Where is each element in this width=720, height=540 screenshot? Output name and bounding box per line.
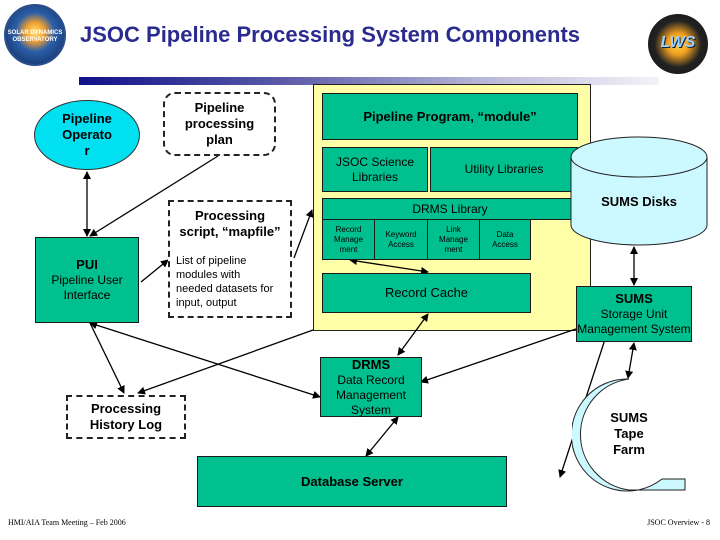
- sums-node[interactable]: SUMS Storage Unit Management System: [576, 286, 692, 342]
- record-management-node[interactable]: Record Manage ment: [322, 219, 375, 260]
- tape-line3: Farm: [613, 442, 645, 457]
- database-server-node[interactable]: Database Server: [197, 456, 507, 507]
- data-access-line: Data: [496, 229, 514, 239]
- drms-title: DRMS: [351, 356, 391, 372]
- science-libs-line1: JSOC Science: [335, 154, 415, 169]
- tape-line1: SUMS: [610, 410, 648, 425]
- edge-module-history: [137, 329, 314, 395]
- pipeline-module-node[interactable]: Pipeline Program, “module”: [322, 93, 578, 140]
- module-title: Pipeline Program, “module”: [363, 108, 537, 124]
- mapfile-description: List of pipeline modules with needed dat…: [176, 254, 273, 310]
- edge-mapfile-module: [293, 209, 314, 259]
- record-cache-node[interactable]: Record Cache: [322, 273, 531, 313]
- link-mgmt-line: ment: [444, 244, 463, 254]
- sums-line2: Management System: [577, 322, 691, 336]
- data-access-line: Access: [492, 239, 518, 249]
- record-mgmt-line: Record: [335, 224, 362, 234]
- pui-node[interactable]: PUI Pipeline User Interface: [35, 237, 139, 323]
- plan-line1: Pipeline: [194, 100, 245, 115]
- keyword-access-line: Keyword: [385, 229, 417, 239]
- mapfile-title1: Processing: [194, 208, 266, 223]
- link-mgmt-line: Manage: [439, 234, 468, 244]
- sums-disks-text: SUMS Disks: [601, 194, 677, 209]
- tape-line2: Tape: [614, 426, 644, 441]
- drms-line2: Management System: [335, 387, 407, 417]
- drms-library-node[interactable]: DRMS Library: [322, 198, 578, 220]
- mapfile-node[interactable]: Processing script, “mapfile” List of pip…: [168, 200, 292, 318]
- drms-node[interactable]: DRMS Data Record Management System: [320, 357, 422, 417]
- history-line2: History Log: [89, 417, 163, 432]
- keyword-access-line: Access: [388, 239, 414, 249]
- edge-pui-drms: [89, 321, 321, 399]
- record-mgmt-line: ment: [339, 244, 358, 254]
- sums-disks-label: SUMS Disks: [570, 190, 708, 214]
- pui-line1: Pipeline User: [51, 273, 123, 287]
- keyword-access-node[interactable]: Keyword Access: [374, 219, 428, 260]
- database-server-label: Database Server: [301, 473, 403, 489]
- pui-title: PUI: [76, 257, 98, 272]
- science-libs-line2: Libraries: [351, 169, 399, 184]
- mapfile-desc-line: input, output: [176, 297, 237, 309]
- mapfile-desc-line: needed datasets for: [176, 283, 274, 295]
- operator-line2: Operato: [62, 127, 112, 142]
- mapfile-title2: script, “mapfile”: [179, 224, 281, 239]
- pipeline-operator-node[interactable]: Pipeline Operato r: [34, 100, 140, 170]
- footer-left: HMI/AIA Team Meeting – Feb 2006: [8, 518, 126, 527]
- history-log-node[interactable]: Processing History Log: [66, 395, 186, 439]
- mapfile-desc-line: List of pipeline: [176, 255, 247, 267]
- sums-tape-farm-label: SUMS Tape Farm: [572, 404, 686, 464]
- record-mgmt-line: Manage: [334, 234, 363, 244]
- utility-libraries-node[interactable]: Utility Libraries: [430, 147, 578, 192]
- sums-line1: Storage Unit: [600, 307, 668, 321]
- utility-libs-label: Utility Libraries: [464, 162, 544, 176]
- record-cache-label: Record Cache: [384, 285, 469, 300]
- data-access-node[interactable]: Data Access: [479, 219, 531, 260]
- edge-pui-history: [89, 322, 125, 394]
- drms-line1: Data Record: [337, 372, 405, 387]
- plan-line2: processing: [184, 116, 255, 131]
- edge-pui-mapfile: [140, 259, 169, 283]
- footer-right: JSOC Overview - 8: [647, 518, 710, 527]
- edge-sums-tape: [625, 342, 637, 379]
- edge-cache-drms: [397, 313, 429, 356]
- operator-line3: r: [84, 143, 90, 158]
- science-libraries-node[interactable]: JSOC Science Libraries: [322, 147, 428, 192]
- processing-plan-node[interactable]: Pipeline processing plan: [163, 92, 276, 156]
- edge-recordmgmt-cache: [349, 257, 429, 275]
- drms-library-label: DRMS Library: [412, 201, 488, 216]
- pui-line2: Interface: [63, 288, 111, 302]
- link-management-node[interactable]: Link Manage ment: [427, 219, 480, 260]
- link-mgmt-line: Link: [446, 224, 461, 234]
- plan-line3: plan: [206, 132, 233, 147]
- operator-line1: Pipeline: [62, 111, 112, 126]
- mapfile-desc-line: modules with: [176, 269, 241, 281]
- sums-title: SUMS: [615, 291, 653, 306]
- edge-drms-db: [365, 416, 399, 457]
- history-line1: Processing: [90, 401, 162, 416]
- cylinder-top: [570, 136, 708, 178]
